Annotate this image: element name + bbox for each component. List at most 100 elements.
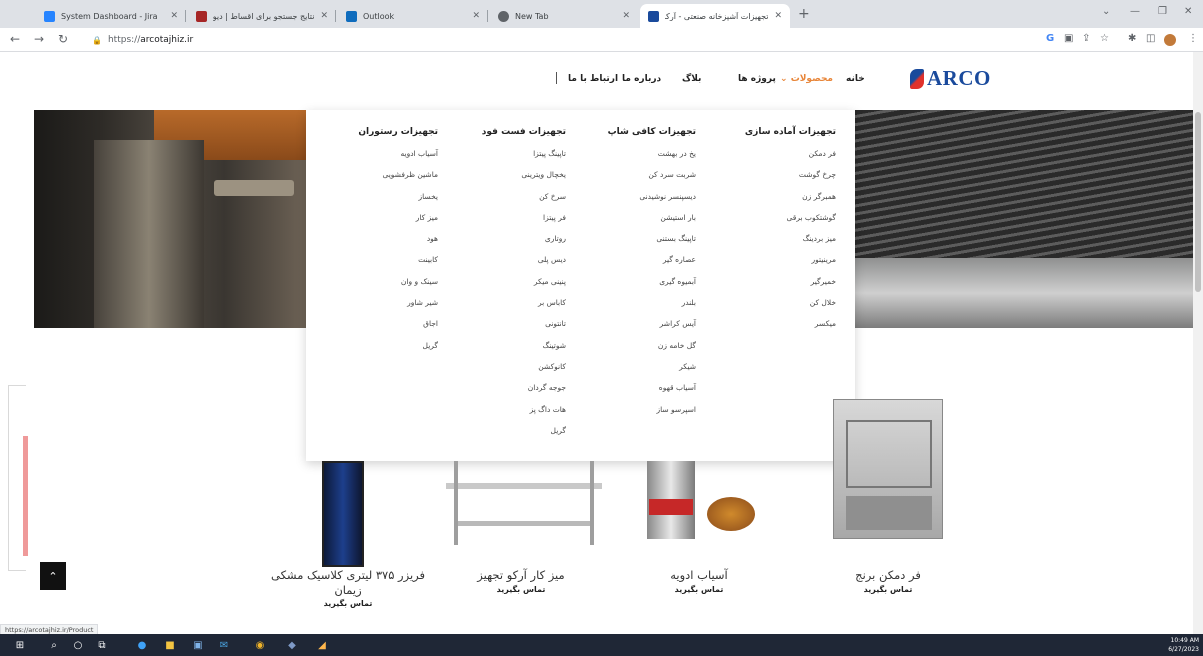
task-view-icon[interactable]: ⧉ — [94, 637, 110, 653]
nav-contact[interactable]: ارتباط با ما — [568, 74, 618, 84]
reload-icon[interactable]: ↻ — [58, 32, 68, 46]
menu-item[interactable]: کانوکشن — [446, 361, 566, 382]
extensions-icon[interactable]: ✱ — [1128, 33, 1136, 44]
menu-item[interactable]: آسیاب قهوه — [576, 382, 696, 403]
menu-column-title[interactable]: تجهیزات کافی شاپ — [576, 127, 696, 143]
menu-item[interactable]: آیس کراشر — [576, 318, 696, 339]
menu-item[interactable]: گریل — [446, 425, 566, 446]
menu-item[interactable]: گوشتکوب برقی — [716, 212, 836, 233]
product-image-spice-grinder[interactable] — [627, 461, 755, 551]
nav-blog[interactable]: بلاگ — [682, 74, 701, 84]
tab-divar[interactable]: نتایج جستجو برای اقساط | دیوار ✕ — [188, 4, 336, 28]
menu-item[interactable]: ماشین ظرفشویی — [318, 169, 438, 190]
profile-avatar[interactable] — [1164, 34, 1176, 46]
menu-item[interactable]: فر دمکن — [716, 148, 836, 169]
system-clock[interactable]: 10:49 AM 6/27/2023 — [1168, 636, 1199, 654]
menu-item[interactable]: یخساز — [318, 191, 438, 212]
menu-item[interactable]: شوتینگ — [446, 340, 567, 361]
site-logo[interactable]: ARCO — [910, 66, 991, 91]
product-call-button[interactable]: تماس بگیرید — [639, 585, 759, 594]
menu-item[interactable]: خمیرگیر — [716, 276, 836, 297]
store-icon[interactable]: ▣ — [190, 637, 206, 653]
menu-item[interactable]: تاپینگ پیتزا — [446, 148, 566, 169]
sidepanel-icon[interactable]: ◫ — [1146, 33, 1155, 44]
product-call-button[interactable]: تماس بگیرید — [838, 585, 938, 594]
menu-item[interactable]: دیسپنسر نوشیدنی — [576, 191, 696, 212]
menu-column-title[interactable]: تجهیزات فست فود — [446, 127, 566, 143]
menu-item[interactable]: فر پیتزا — [446, 212, 566, 233]
cortana-icon[interactable]: ○ — [70, 637, 86, 653]
menu-item[interactable]: اجاق — [318, 318, 438, 339]
product-name-line2[interactable]: زیمان — [248, 583, 448, 597]
menu-item[interactable]: هود — [318, 233, 438, 254]
menu-item[interactable]: آبمیوه گیری — [576, 276, 696, 297]
teams-icon[interactable]: ◆ — [284, 637, 300, 653]
product-image-work-table[interactable] — [446, 461, 602, 545]
windows-start-icon[interactable]: ⊞ — [12, 637, 28, 653]
menu-item[interactable]: چرخ گوشت — [716, 169, 836, 190]
menu-item[interactable]: عصاره گیر — [576, 254, 696, 275]
product-name-line1[interactable]: فریزر ۳۷۵ لیتری کلاسیک مشکی — [248, 568, 448, 582]
menu-column-title[interactable]: تجهیزات رستوران — [318, 127, 438, 143]
menu-item[interactable]: بلندر — [576, 297, 696, 318]
menu-item[interactable]: هات داگ پز — [446, 404, 566, 425]
google-icon[interactable]: G — [1046, 33, 1054, 44]
product-call-button[interactable]: تماس بگیرید — [248, 599, 448, 608]
forward-icon[interactable]: → — [34, 32, 44, 46]
app-icon[interactable]: ◢ — [314, 637, 330, 653]
new-tab-button[interactable]: + — [798, 6, 810, 22]
url-field[interactable]: 🔒 https:// arcotajhiz.ir — [92, 32, 193, 48]
close-tab-icon[interactable]: ✕ — [170, 11, 178, 21]
menu-item[interactable]: یخچال ویترینی — [446, 169, 566, 190]
maximize-icon[interactable]: ❐ — [1158, 6, 1167, 17]
chrome-taskbar-icon[interactable]: ◉ — [252, 637, 268, 653]
tab-arco[interactable]: تجهیزات آشپزخانه صنعتی - آرکو ت... ✕ — [640, 4, 790, 28]
product-image-freezer[interactable] — [322, 461, 364, 567]
product-name[interactable]: فر دمکن برنج — [838, 568, 938, 582]
product-image-rice-oven[interactable] — [833, 399, 943, 539]
minimize-icon[interactable]: — — [1130, 6, 1140, 17]
nav-projects[interactable]: پروژه ها — [738, 74, 776, 84]
menu-item[interactable]: پنینی میکر — [446, 276, 566, 297]
search-icon[interactable]: ⌕ — [46, 637, 62, 653]
close-tab-icon[interactable]: ✕ — [320, 11, 328, 21]
translate-icon[interactable]: ▣ — [1064, 33, 1073, 44]
close-tab-icon[interactable]: ✕ — [622, 11, 630, 21]
menu-kebab-icon[interactable]: ⋮ — [1188, 33, 1198, 44]
menu-item[interactable]: شربت سرد کن — [576, 169, 696, 190]
share-icon[interactable]: ⇪ — [1082, 33, 1090, 44]
nav-home[interactable]: خانه — [846, 74, 865, 84]
page-scrollbar[interactable] — [1193, 52, 1203, 634]
product-name[interactable]: آسیاب ادویه — [639, 568, 759, 582]
scrollbar-thumb[interactable] — [1195, 112, 1201, 292]
tab-search-icon[interactable]: ⌄ — [1102, 6, 1110, 17]
menu-item[interactable]: یخ در بهشت — [576, 148, 696, 169]
menu-column-title[interactable]: تجهیزات آماده سازی — [716, 127, 836, 143]
menu-item[interactable]: مرینیتور — [716, 254, 836, 275]
close-tab-icon[interactable]: ✕ — [774, 11, 782, 21]
tab-jira[interactable]: System Dashboard - Jira ✕ — [36, 4, 186, 28]
edge-icon[interactable]: ● — [134, 637, 150, 653]
menu-item[interactable]: میز بردینگ — [716, 233, 836, 254]
file-explorer-icon[interactable]: ■ — [162, 637, 178, 653]
menu-item[interactable]: تانتونی — [446, 318, 566, 339]
menu-item[interactable]: سینک و وان — [318, 276, 438, 297]
menu-item[interactable]: شیر شاور — [318, 297, 438, 318]
menu-item[interactable]: میکسر — [716, 318, 836, 339]
menu-item[interactable]: دیس پلی — [446, 254, 566, 275]
menu-item[interactable]: روتاری — [446, 233, 566, 254]
menu-item[interactable]: جوجه گردان — [446, 382, 566, 403]
menu-item[interactable]: همبرگر زن — [716, 191, 836, 212]
scroll-to-top-button[interactable]: ⌃ — [40, 562, 66, 590]
nav-products[interactable]: ⌄ محصولات — [780, 74, 833, 84]
menu-item[interactable]: شیکر — [576, 361, 696, 382]
tab-outlook[interactable]: Outlook ✕ — [338, 4, 488, 28]
menu-item[interactable]: اسپرسو ساز — [576, 404, 696, 425]
tab-new-tab[interactable]: New Tab ✕ — [490, 4, 638, 28]
product-name[interactable]: میز کار آرکو تجهیز — [446, 568, 596, 582]
menu-item[interactable]: آسیاب ادویه — [318, 148, 438, 169]
menu-item[interactable]: سرخ کن — [446, 191, 566, 212]
nav-about[interactable]: درباره ما — [622, 74, 661, 84]
product-call-button[interactable]: تماس بگیرید — [446, 585, 596, 594]
bookmark-star-icon[interactable]: ☆ — [1100, 33, 1109, 44]
